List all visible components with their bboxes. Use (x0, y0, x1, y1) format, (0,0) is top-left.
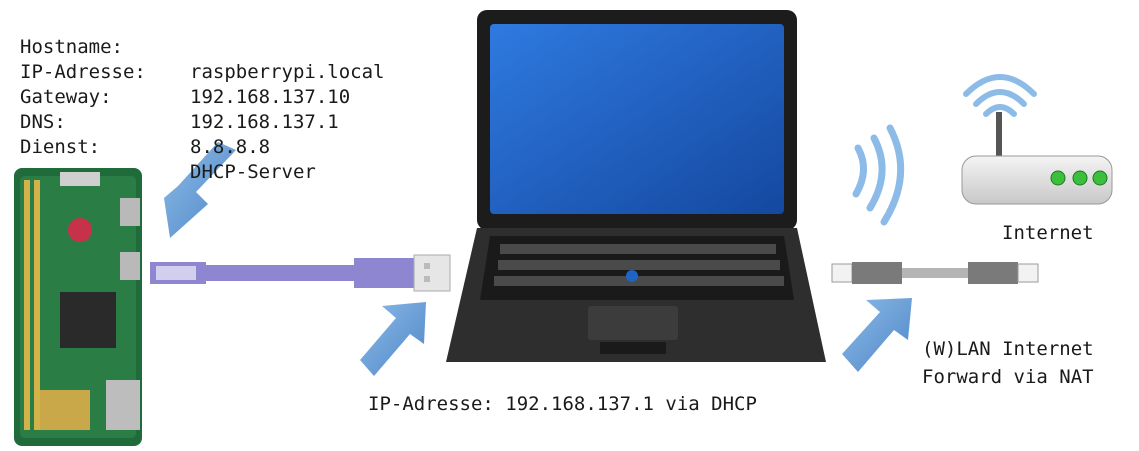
wifi-signal-icon (852, 124, 905, 226)
info-value: 192.168.137.10 (190, 86, 351, 108)
forward-caption-line1: (W)LAN Internet (922, 338, 1094, 360)
info-value: raspberrypi.local (190, 61, 385, 83)
micro-usb-port (120, 198, 140, 226)
info-row-service: Dienst: DHCP-Server (20, 110, 316, 183)
arrow-icon (842, 298, 912, 372)
laptop-screen (490, 24, 784, 214)
info-row-hostname: Hostname: raspberrypi.local (20, 10, 384, 83)
touchpad (588, 306, 678, 340)
usb-cable (150, 254, 451, 292)
info-value: 8.8.8.8 (190, 136, 271, 158)
info-value: 192.168.137.1 (190, 111, 339, 133)
router-label: Internet (1002, 222, 1094, 244)
forward-caption-line2: Forward via NAT (922, 366, 1094, 388)
sd-card-slot (106, 380, 140, 430)
raspberry-logo (68, 218, 92, 242)
arrow-icon (360, 302, 426, 376)
wifi-signal-icon (963, 74, 1037, 117)
info-row-ip: IP-Adresse: 192.168.137.10 (20, 35, 350, 108)
info-row-gateway: Gateway: 192.168.137.1 (20, 60, 339, 133)
ethernet-cable (831, 262, 1039, 284)
trackpoint (626, 270, 638, 282)
micro-usb-port (120, 252, 140, 280)
info-value: DHCP-Server (190, 161, 316, 183)
pi-info-block: Hostname: raspberrypi.local IP-Adresse: … (20, 10, 384, 183)
info-label: Dienst: (20, 136, 101, 158)
laptop (446, 10, 826, 362)
router (961, 112, 1113, 205)
info-row-dns: DNS: 8.8.8.8 (20, 85, 270, 158)
cpu-chip (60, 292, 116, 348)
laptop-ip-caption: IP-Adresse: 192.168.137.1 via DHCP (368, 393, 757, 415)
